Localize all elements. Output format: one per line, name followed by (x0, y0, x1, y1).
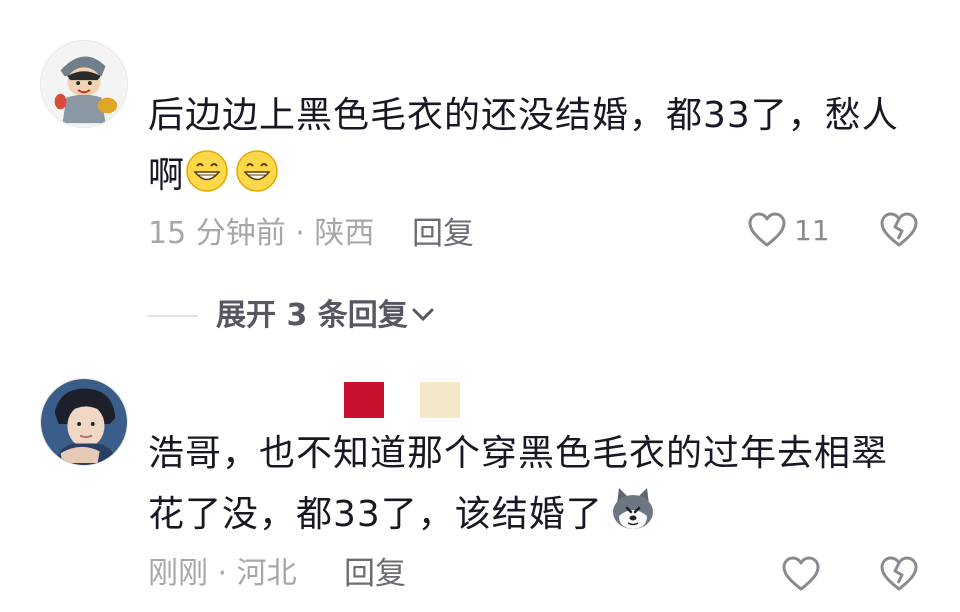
comment-2-text-line2: 花了没，都33了，该结婚了 (148, 494, 603, 535)
divider-line (148, 315, 198, 317)
cartoon-avatar-image (41, 41, 127, 127)
chevron-down-icon (412, 307, 434, 326)
comment-2-text-line1: 浩哥，也不知道那个穿黑色毛衣的过年去相翠 (148, 433, 889, 474)
comment-1-reply-button[interactable]: 回复 (412, 214, 474, 254)
comment-2-reply-button[interactable]: 回复 (344, 554, 406, 594)
comment-1-text-line2: 啊 (148, 155, 186, 196)
comment-1-dislike-button[interactable] (880, 212, 918, 248)
comment-2-text: 浩哥，也不知道那个穿黑色毛衣的过年去相翠 花了没，都33了，该结婚了 (148, 424, 908, 545)
comment-2-text-line2-row: 花了没，都33了，该结婚了 (148, 484, 908, 545)
expand-replies-button[interactable]: 展开 3 条回复 (148, 296, 434, 336)
grin-emoji (185, 149, 229, 193)
cream-swatch (420, 382, 460, 418)
heart-icon (748, 212, 786, 248)
husky-emoji (609, 484, 657, 532)
comment-1-text-line2-row: 啊 (148, 146, 908, 206)
comment-2-meta: 刚刚 · 河北 (148, 556, 297, 591)
comment-1-like-count: 11 (794, 213, 830, 247)
heart-icon (782, 556, 820, 592)
comment-1-meta: 15 分钟前 · 陕西 (148, 216, 375, 251)
comment-1-avatar[interactable] (40, 40, 128, 128)
comment-1-text-line1: 后边边上黑色毛衣的还没结婚，都33了，愁人 (148, 95, 899, 136)
comment-2-avatar[interactable] (40, 378, 128, 466)
broken-heart-icon (880, 556, 918, 591)
grin-emoji (235, 149, 279, 193)
comment-2-like-button[interactable] (782, 556, 820, 592)
comment-2-dislike-button[interactable] (880, 556, 918, 592)
expand-replies-label: 展开 3 条回复 (216, 298, 408, 333)
portrait-avatar-image (41, 379, 127, 465)
broken-heart-icon (880, 212, 918, 247)
red-swatch (344, 382, 384, 418)
comment-1-like-button[interactable]: 11 (748, 212, 830, 248)
comment-1-text: 后边边上黑色毛衣的还没结婚，都33了，愁人 啊 (148, 86, 908, 206)
